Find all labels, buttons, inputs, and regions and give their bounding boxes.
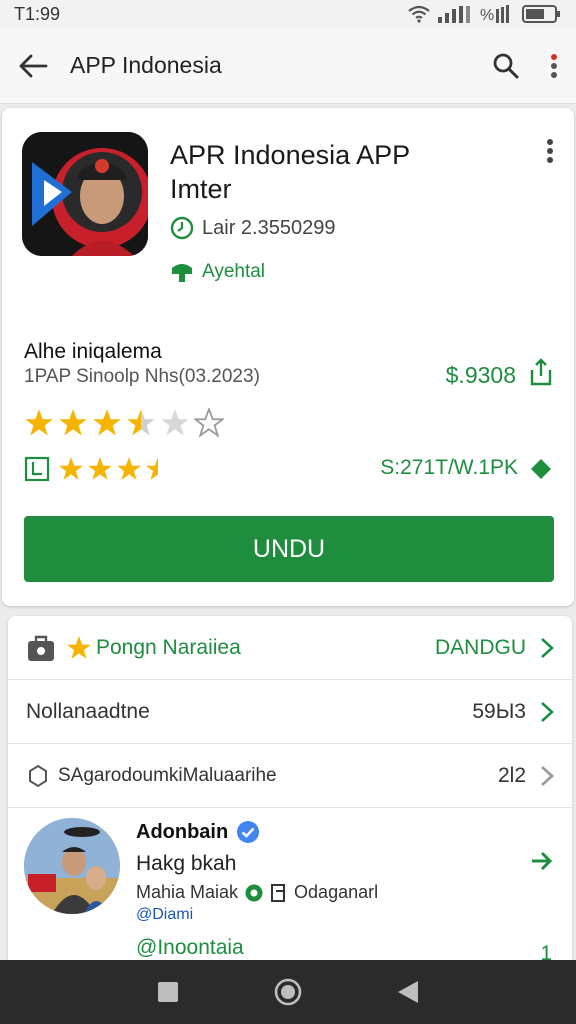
home-icon[interactable] — [273, 977, 303, 1007]
star-full-icon — [59, 409, 87, 436]
doc-icon — [271, 883, 286, 902]
developer-subtitle: Hakg bkah — [136, 852, 237, 875]
list-row-third-value: 2l2 — [497, 763, 526, 787]
star-empty-icon — [161, 409, 189, 436]
star-full-icon — [88, 457, 112, 480]
clock-icon — [170, 216, 194, 240]
star-outline-icon — [194, 408, 224, 438]
app-bar-title: APP Indonesia — [70, 52, 222, 78]
developer-avatar — [24, 818, 120, 914]
list-row-second-label: Nollanaadtne — [26, 699, 150, 723]
list-row-second-value: 59Ы3 — [472, 699, 526, 723]
status-bar: T1:99 % — [0, 0, 576, 28]
list-row-downloads-value: DANDGU — [434, 635, 526, 659]
data-icon: % — [480, 5, 509, 23]
app-size: S:271T/W.1PK — [380, 456, 518, 479]
developer-name: Adonbain — [136, 820, 229, 843]
list-row-third-label: SAgarodoumkiMaluaarihe — [58, 764, 277, 786]
app-bar: APP Indonesia — [0, 28, 576, 104]
developer-handle-secondary[interactable]: @Inoontaia — [136, 936, 244, 960]
svg-text:%: % — [480, 7, 494, 23]
system-nav-bar — [0, 960, 576, 1024]
developer-meta-left: Mahia Maiak — [136, 882, 239, 902]
download-arrow-icon[interactable] — [530, 458, 552, 480]
back-arrow-icon[interactable] — [18, 53, 48, 79]
star-full-icon — [59, 457, 83, 480]
globe-icon — [245, 884, 263, 901]
list-row-second[interactable]: Nollanaadtne 59Ы3 — [8, 680, 572, 744]
app-subtitle: Alhe iniqalema — [24, 340, 162, 363]
star-full-icon — [25, 409, 53, 436]
download-box-icon — [24, 456, 50, 482]
info-list: Pongn Naraiiea DANDGU Nollanaadtne 59Ы3 … — [8, 616, 572, 976]
developer-handle[interactable]: @Diami — [136, 906, 193, 924]
app-meta: 1PAP Sinoolp Nhs(03.2023) — [24, 366, 260, 387]
rating-stars-top — [24, 408, 224, 438]
settings-icon — [29, 764, 47, 787]
back-icon[interactable] — [396, 979, 420, 1005]
verified-badge: Ayehtal — [170, 260, 265, 284]
system-icons: % — [408, 4, 562, 24]
version-text: Lair 2.3550299 — [202, 216, 336, 239]
chevron-right-icon — [541, 637, 554, 658]
star-half-icon — [146, 457, 170, 480]
developer-section[interactable]: Adonbain Hakg bkah Mahia Maiak Odaganarl… — [8, 812, 572, 976]
list-row-third[interactable]: SAgarodoumkiMaluaarihe 2l2 — [8, 744, 572, 808]
developer-name-row: Adonbain — [136, 820, 260, 844]
app-details-card: APR Indonesia APP Imter Lair 2.3550299 A… — [2, 108, 574, 606]
verified-icon — [172, 264, 192, 282]
list-row-downloads-label: Pongn Naraiiea — [96, 635, 241, 659]
star-half-icon — [127, 409, 155, 436]
chevron-right-icon — [541, 701, 554, 722]
verified-check-icon — [237, 821, 260, 843]
arrow-right-icon[interactable] — [530, 850, 554, 872]
developer-meta-right: Odaganarl — [294, 882, 379, 902]
install-button[interactable]: UNDU — [24, 516, 554, 582]
recents-icon[interactable] — [156, 980, 180, 1004]
verified-text: Ayehtal — [202, 261, 266, 282]
app-title-line2: Imter — [170, 174, 232, 204]
star-full-icon — [93, 409, 121, 436]
more-vert-icon[interactable] — [550, 53, 558, 79]
version-info: Lair 2.3550299 — [170, 216, 335, 240]
wifi-icon — [408, 5, 430, 23]
share-icon[interactable] — [530, 358, 552, 386]
search-icon[interactable] — [492, 52, 520, 80]
app-title-line1: APR Indonesia APP — [170, 140, 411, 170]
signal-icon — [438, 6, 470, 23]
chevron-right-icon — [541, 765, 554, 786]
app-title: APR Indonesia APP Imter — [170, 138, 470, 206]
bag-icon — [28, 635, 54, 661]
developer-meta: Mahia Maiak Odaganarl — [136, 882, 378, 903]
battery-icon — [522, 5, 560, 23]
app-icon — [22, 132, 148, 256]
rating-row-secondary — [24, 456, 171, 482]
card-more-icon[interactable] — [546, 138, 554, 164]
list-row-downloads[interactable]: Pongn Naraiiea DANDGU — [8, 616, 572, 680]
rating-stars-second — [58, 456, 171, 482]
status-time: T1:99 — [14, 3, 61, 24]
star-full-icon — [117, 457, 141, 480]
star-icon — [67, 635, 91, 659]
app-price: $.9308 — [445, 362, 516, 388]
